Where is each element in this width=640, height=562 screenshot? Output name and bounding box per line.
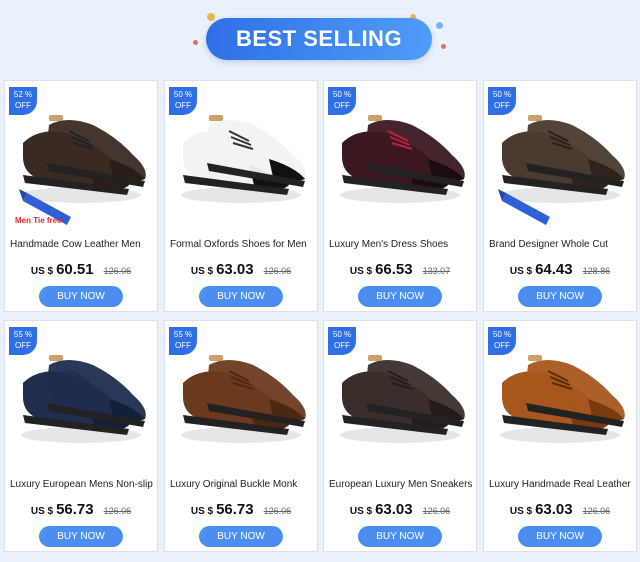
discount-off: OFF <box>494 101 510 110</box>
banner-title: BEST SELLING <box>235 26 403 51</box>
discount-badge: 50 % OFF <box>328 87 356 115</box>
old-price: 133.07 <box>422 266 451 276</box>
discount-badge: 55 % OFF <box>169 327 197 355</box>
price: 60.51 <box>56 261 94 278</box>
product-title[interactable]: Luxury Handmade Real Leather <box>489 479 635 493</box>
discount-off: OFF <box>334 341 350 350</box>
price: 66.53 <box>375 261 413 278</box>
product-card[interactable]: 50 % OFF European Luxury Men Sneakers US $6… <box>323 320 477 552</box>
discount-off: OFF <box>494 341 510 350</box>
product-grid: Men Tie free 52 % OFF Handmade Cow Leather … <box>4 80 637 556</box>
product-card[interactable]: 55 % OFF Luxury European Mens Non-slip US $… <box>4 320 158 552</box>
old-price: 128.86 <box>582 266 611 276</box>
product-title[interactable]: Handmade Cow Leather Men <box>10 239 156 253</box>
decor-dot <box>436 22 443 29</box>
banner-pill: BEST SELLING <box>206 18 432 60</box>
price-row: US $56.73 126.06 <box>5 501 157 521</box>
discount-badge: 55 % OFF <box>9 327 37 355</box>
price: 56.73 <box>216 501 254 518</box>
buy-now-button[interactable]: BUY NOW <box>39 286 123 307</box>
discount-off: OFF <box>15 101 31 110</box>
currency: US $ <box>30 506 54 517</box>
product-card[interactable]: 50 % OFF Brand Designer Whole Cut US $64.43… <box>483 80 637 312</box>
old-price: 126.06 <box>263 506 292 516</box>
old-price: 126.06 <box>263 266 292 276</box>
price: 63.03 <box>375 501 413 518</box>
old-price: 126.06 <box>103 506 132 516</box>
product-card[interactable]: 55 % OFF Luxury Original Buckle Monk US $56… <box>164 320 318 552</box>
discount-percent: 50 % <box>332 330 352 339</box>
discount-badge: 50 % OFF <box>328 327 356 355</box>
buy-now-button[interactable]: BUY NOW <box>518 526 602 547</box>
currency: US $ <box>190 266 214 277</box>
product-card[interactable]: Men Tie free 52 % OFF Handmade Cow Leather … <box>4 80 158 312</box>
buy-now-button[interactable]: BUY NOW <box>199 286 283 307</box>
discount-percent: 55 % <box>13 330 33 339</box>
currency: US $ <box>190 506 214 517</box>
product-title[interactable]: European Luxury Men Sneakers <box>329 479 475 493</box>
product-title[interactable]: Luxury European Mens Non-slip <box>10 479 156 493</box>
price: 63.03 <box>535 501 573 518</box>
price-row: US $66.53 133.07 <box>324 261 476 281</box>
product-title[interactable]: Luxury Men's Dress Shoes <box>329 239 475 253</box>
product-card[interactable]: 50 % OFF Formal Oxfords Shoes for Men US $6… <box>164 80 318 312</box>
discount-badge: 50 % OFF <box>169 87 197 115</box>
old-price: 126.06 <box>103 266 132 276</box>
discount-badge: 52 % OFF <box>9 87 37 115</box>
price-row: US $60.51 126.06 <box>5 261 157 281</box>
discount-percent: 52 % <box>13 90 33 99</box>
discount-off: OFF <box>15 341 31 350</box>
image-note: Men Tie free <box>15 216 62 225</box>
price-row: US $56.73 126.06 <box>165 501 317 521</box>
best-selling-banner: BEST SELLING <box>0 0 640 76</box>
buy-now-button[interactable]: BUY NOW <box>358 286 442 307</box>
currency: US $ <box>349 266 373 277</box>
product-title[interactable]: Formal Oxfords Shoes for Men <box>170 239 316 253</box>
price-row: US $63.03 126.06 <box>165 261 317 281</box>
buy-now-button[interactable]: BUY NOW <box>199 526 283 547</box>
decor-dot <box>193 40 198 45</box>
discount-percent: 55 % <box>173 330 193 339</box>
discount-badge: 50 % OFF <box>488 87 516 115</box>
buy-now-button[interactable]: BUY NOW <box>358 526 442 547</box>
product-title[interactable]: Luxury Original Buckle Monk <box>170 479 316 493</box>
product-card[interactable]: 50 % OFF Luxury Handmade Real Leather US $6… <box>483 320 637 552</box>
product-card[interactable]: 50 % OFF Luxury Men's Dress Shoes US $66.53… <box>323 80 477 312</box>
price-row: US $64.43 128.86 <box>484 261 636 281</box>
decor-dot <box>441 44 446 49</box>
discount-percent: 50 % <box>332 90 352 99</box>
discount-percent: 50 % <box>492 330 512 339</box>
old-price: 126.06 <box>582 506 611 516</box>
currency: US $ <box>30 266 54 277</box>
price: 63.03 <box>216 261 254 278</box>
currency: US $ <box>509 266 533 277</box>
currency: US $ <box>509 506 533 517</box>
price: 64.43 <box>535 261 573 278</box>
price-row: US $63.03 126.06 <box>484 501 636 521</box>
buy-now-button[interactable]: BUY NOW <box>39 526 123 547</box>
discount-off: OFF <box>175 341 191 350</box>
discount-off: OFF <box>334 101 350 110</box>
price: 56.73 <box>56 501 94 518</box>
discount-percent: 50 % <box>492 90 512 99</box>
discount-badge: 50 % OFF <box>488 327 516 355</box>
product-title[interactable]: Brand Designer Whole Cut <box>489 239 635 253</box>
old-price: 126.06 <box>422 506 451 516</box>
discount-off: OFF <box>175 101 191 110</box>
buy-now-button[interactable]: BUY NOW <box>518 286 602 307</box>
price-row: US $63.03 126.06 <box>324 501 476 521</box>
discount-percent: 50 % <box>173 90 193 99</box>
currency: US $ <box>349 506 373 517</box>
